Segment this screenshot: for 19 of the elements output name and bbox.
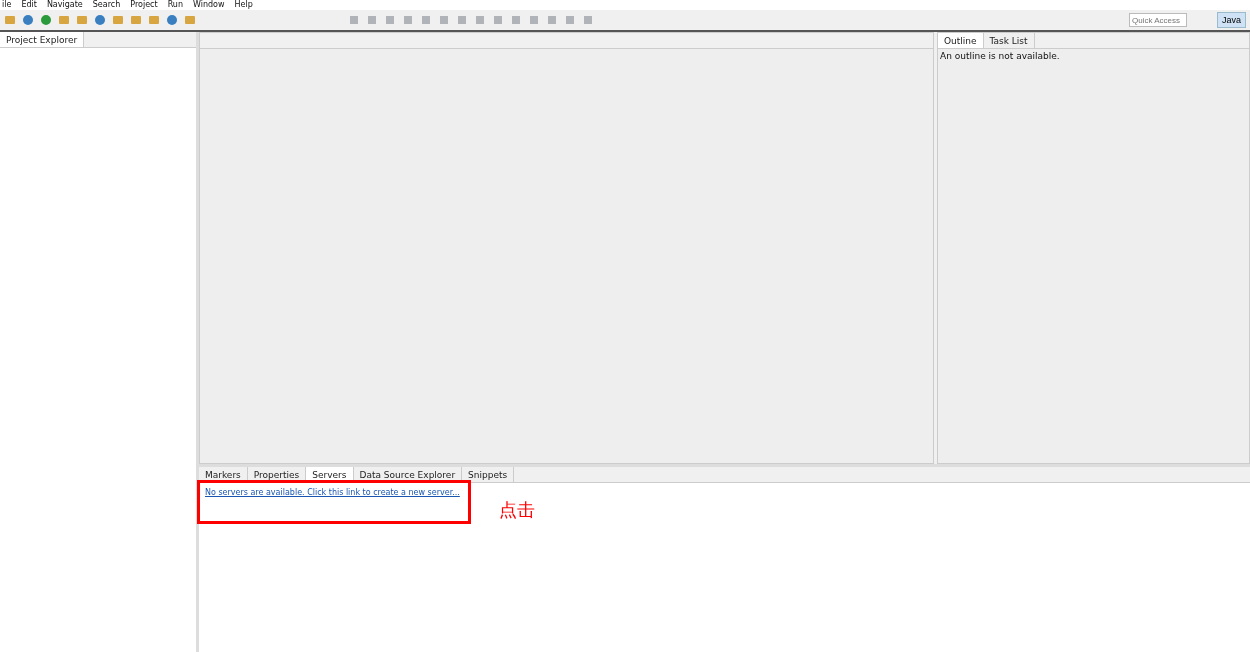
panel-tab[interactable]: Outline <box>938 33 984 48</box>
panel-tab[interactable]: Task List <box>983 33 1035 48</box>
menu-item[interactable]: Help <box>234 0 253 10</box>
menu-item[interactable]: Edit <box>21 0 37 10</box>
outline-message: An outline is not available. <box>939 50 1061 63</box>
create-server-link[interactable]: No servers are available. Click this link to create a new server... <box>205 488 460 497</box>
menu-item[interactable]: Window <box>192 0 225 10</box>
panel-tab[interactable]: Snippets <box>462 467 515 482</box>
menu-item[interactable]: Navigate <box>46 0 83 10</box>
panel-tab[interactable]: Data Source Explorer <box>353 467 463 482</box>
menu-item[interactable]: Project <box>130 0 158 10</box>
annotation-text: 点击 <box>499 498 535 522</box>
menu-item[interactable]: Run <box>167 0 183 10</box>
panel-tab[interactable]: Markers <box>199 467 248 482</box>
quick-access-field[interactable]: Quick Access <box>1129 13 1187 27</box>
menu-item[interactable]: Search <box>92 0 121 10</box>
java-perspective-button[interactable]: Java <box>1217 12 1246 28</box>
menu-item[interactable]: ile <box>2 0 12 10</box>
panel-tab[interactable]: Project Explorer <box>0 32 85 47</box>
